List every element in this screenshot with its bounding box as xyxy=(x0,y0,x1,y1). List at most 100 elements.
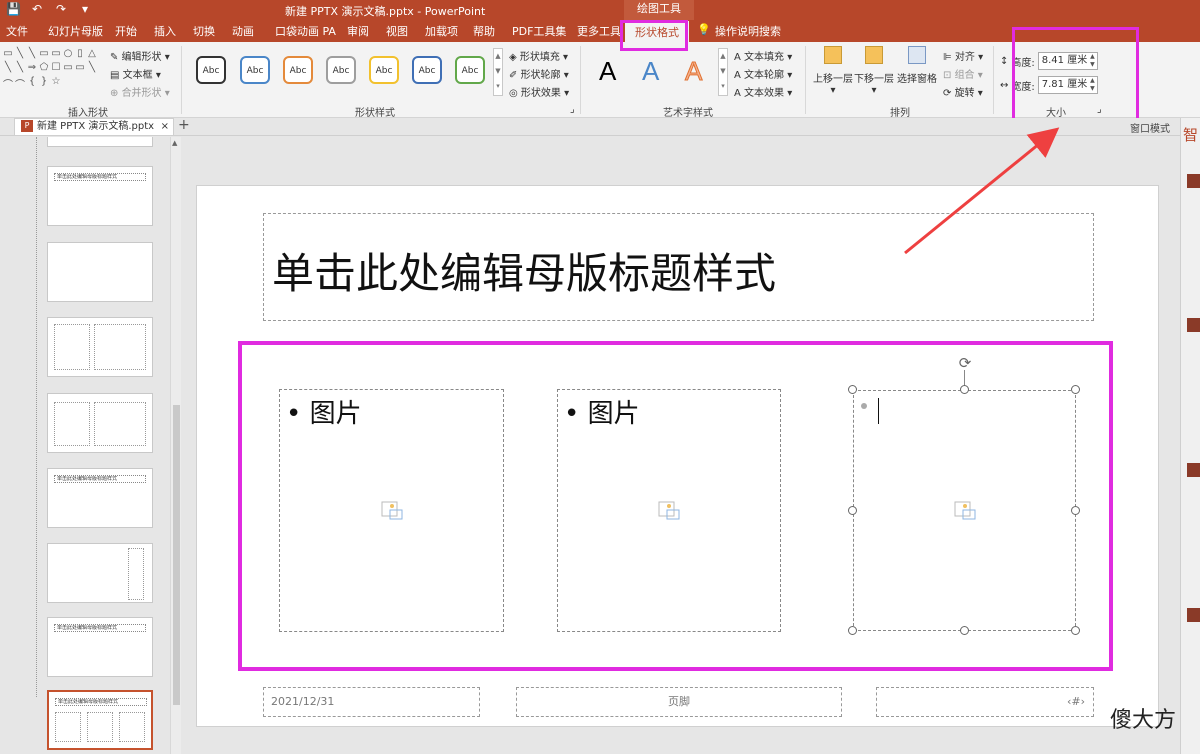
tab-addins[interactable]: 加载项 xyxy=(425,23,458,39)
shape-style-swatch[interactable]: Abc xyxy=(283,56,313,84)
wordart-style-black[interactable]: A xyxy=(599,56,616,87)
tab-pdf-tools[interactable]: PDF工具集 xyxy=(512,23,566,39)
brace-left-icon[interactable]: { xyxy=(26,76,38,90)
rounded-rectangle-icon[interactable]: ▭ xyxy=(50,48,62,62)
task-pane-item[interactable] xyxy=(1187,608,1200,622)
tab-help[interactable]: 帮助 xyxy=(473,23,495,39)
selection-pane-button[interactable]: 选择窗格 xyxy=(896,46,938,85)
edit-shape-button[interactable]: ✎ 编辑形状 ▾ xyxy=(110,48,170,63)
tab-transitions[interactable]: 切换 xyxy=(193,23,215,39)
slide-thumbnail[interactable] xyxy=(47,317,153,377)
scroll-up-icon[interactable]: ▲ xyxy=(172,139,177,147)
shape-outline-button[interactable]: ✐ 形状轮廓 ▾ xyxy=(509,66,569,81)
shape-style-swatch[interactable]: Abc xyxy=(412,56,442,84)
arc-icon[interactable]: ⌒ xyxy=(2,76,14,91)
wordart-gallery-scroll[interactable]: ▲ ▼ ▾ xyxy=(718,48,728,96)
task-pane-item[interactable] xyxy=(1187,174,1200,188)
tab-pocket-animation[interactable]: 口袋动画 PA xyxy=(275,23,336,39)
customize-icon[interactable]: ▾ xyxy=(78,2,92,16)
rotate-button[interactable]: ⟳ 旋转 ▾ xyxy=(943,84,983,99)
thumbnail-box xyxy=(119,712,145,742)
text-box-button[interactable]: ▤ 文本框 ▾ xyxy=(110,66,161,81)
title-placeholder[interactable]: 单击此处编辑母版标题样式 xyxy=(263,213,1094,321)
text-outline-button[interactable]: A 文本轮廓 ▾ xyxy=(734,66,792,81)
slide-number-placeholder[interactable]: ‹#› xyxy=(876,687,1094,717)
footer-date[interactable]: 2021/12/31 xyxy=(271,695,334,708)
new-tab-button[interactable]: + xyxy=(178,117,190,133)
undo-icon[interactable]: ↶ xyxy=(30,2,44,16)
shape-style-swatch[interactable]: Abc xyxy=(240,56,270,84)
shape-style-swatch[interactable]: Abc xyxy=(369,56,399,84)
send-backward-button[interactable]: 下移一层 ▾ xyxy=(853,46,895,96)
group-button[interactable]: ⊡ 组合 ▾ xyxy=(943,66,983,81)
redo-icon[interactable]: ↷ xyxy=(54,2,68,16)
slide-thumbnail-selected[interactable]: 单击此处编辑母版标题样式 xyxy=(47,690,153,750)
save-icon[interactable]: 💾 xyxy=(6,2,21,16)
date-placeholder[interactable]: 2021/12/31 xyxy=(263,687,480,717)
close-tab-icon[interactable]: × xyxy=(161,119,169,135)
text-fill-button[interactable]: A 文本填充 ▾ xyxy=(734,48,792,63)
merge-shapes-button[interactable]: ⊕ 合并形状 ▾ xyxy=(110,84,170,99)
wordart-style-blue[interactable]: A xyxy=(642,56,659,87)
line-icon[interactable]: ╲ xyxy=(26,48,38,62)
arrow-shape-icon[interactable]: ⇒ xyxy=(26,62,38,76)
task-pane-item[interactable] xyxy=(1187,318,1200,332)
slide-thumbnail[interactable]: 单击此处编辑母版标题样式 xyxy=(47,468,153,528)
shape-style-swatch[interactable]: Abc xyxy=(326,56,356,84)
tab-review[interactable]: 审阅 xyxy=(347,23,369,39)
rectangle-icon[interactable]: ▭ xyxy=(2,48,14,62)
scrollbar-thumb[interactable] xyxy=(173,405,180,705)
text-effects-button[interactable]: A 文本效果 ▾ xyxy=(734,84,792,99)
shape-effects-button[interactable]: ◎ 形状效果 ▾ xyxy=(509,84,569,99)
tab-more-tools[interactable]: 更多工具 xyxy=(577,23,621,39)
tab-home[interactable]: 开始 xyxy=(115,23,137,39)
slide-thumbnail[interactable]: 单击此处编辑母版标题样式 xyxy=(47,166,153,226)
footer-text[interactable]: 页脚 xyxy=(668,695,690,708)
slide-thumbnail[interactable]: 单击此处编辑母版标题样式 xyxy=(47,617,153,677)
shape-style-swatch[interactable]: Abc xyxy=(455,56,485,84)
document-tab[interactable]: P 新建 PPTX 演示文稿.pptx × xyxy=(14,118,174,136)
line-icon[interactable]: ╲ xyxy=(86,62,98,76)
slide-thumbnail[interactable] xyxy=(47,242,153,302)
shape-gallery[interactable]: ▭ ╲ ╲ ▭ ▭ ○ ▯ △ ╲ ╲ ⇒ ⬠ ☐ ▭ ▭ ╲ ⌒ ⌒ { } … xyxy=(2,48,102,91)
align-label: 对齐 xyxy=(954,52,975,63)
rectangle-icon[interactable]: ▭ xyxy=(62,62,74,76)
rectangle-icon[interactable]: ▭ xyxy=(74,62,86,76)
slide-thumbnail[interactable] xyxy=(47,137,153,147)
window-title: 新建 PPTX 演示文稿.pptx - PowerPoint xyxy=(285,5,486,18)
line-icon[interactable]: ╲ xyxy=(14,48,26,62)
thumbnail-scrollbar[interactable]: ▲ xyxy=(170,137,181,754)
connector-icon[interactable]: ╲ xyxy=(14,62,26,76)
tell-me-search[interactable]: 操作说明搜索 xyxy=(715,23,781,39)
footer-placeholder[interactable]: 页脚 xyxy=(516,687,842,717)
tab-animations[interactable]: 动画 xyxy=(232,23,254,39)
brace-right-icon[interactable]: } xyxy=(38,76,50,90)
slide-number[interactable]: ‹#› xyxy=(1067,695,1085,708)
shape-fill-button[interactable]: ◈ 形状填充 ▾ xyxy=(509,48,568,63)
dialog-launcher-icon[interactable]: ⌟ xyxy=(570,104,575,115)
shape-style-swatch[interactable]: Abc xyxy=(196,56,226,84)
wordart-style-orange[interactable]: A xyxy=(684,56,702,87)
gallery-scroll[interactable]: ▲ ▼ ▾ xyxy=(493,48,503,96)
align-button[interactable]: ⊫ 对齐 ▾ xyxy=(943,48,983,63)
tab-file[interactable]: 文件 xyxy=(6,23,28,39)
square-icon[interactable]: ☐ xyxy=(50,62,62,76)
slide-thumbnail[interactable] xyxy=(47,393,153,453)
oval-icon[interactable]: ○ xyxy=(62,48,74,62)
triangle-icon[interactable]: △ xyxy=(86,48,98,62)
task-pane-item[interactable] xyxy=(1187,463,1200,477)
tab-slide-master[interactable]: 幻灯片母版 xyxy=(48,23,103,39)
rectangle-icon[interactable]: ▭ xyxy=(38,48,50,62)
bring-forward-button[interactable]: 上移一层 ▾ xyxy=(812,46,854,96)
tab-view[interactable]: 视图 xyxy=(386,23,408,39)
pentagon-icon[interactable]: ⬠ xyxy=(38,62,50,76)
title-text[interactable]: 单击此处编辑母版标题样式 xyxy=(272,240,776,301)
arc-icon[interactable]: ⌒ xyxy=(14,76,26,91)
shape-format-tab-highlight xyxy=(620,20,688,51)
slide-thumbnail[interactable] xyxy=(47,543,153,603)
tab-insert[interactable]: 插入 xyxy=(154,23,176,39)
textbox-shape-icon[interactable]: ▯ xyxy=(74,48,86,62)
connector-icon[interactable]: ╲ xyxy=(2,62,14,76)
window-mode-toggle[interactable]: 窗口模式 xyxy=(1130,120,1170,135)
star-icon[interactable]: ☆ xyxy=(50,76,62,90)
